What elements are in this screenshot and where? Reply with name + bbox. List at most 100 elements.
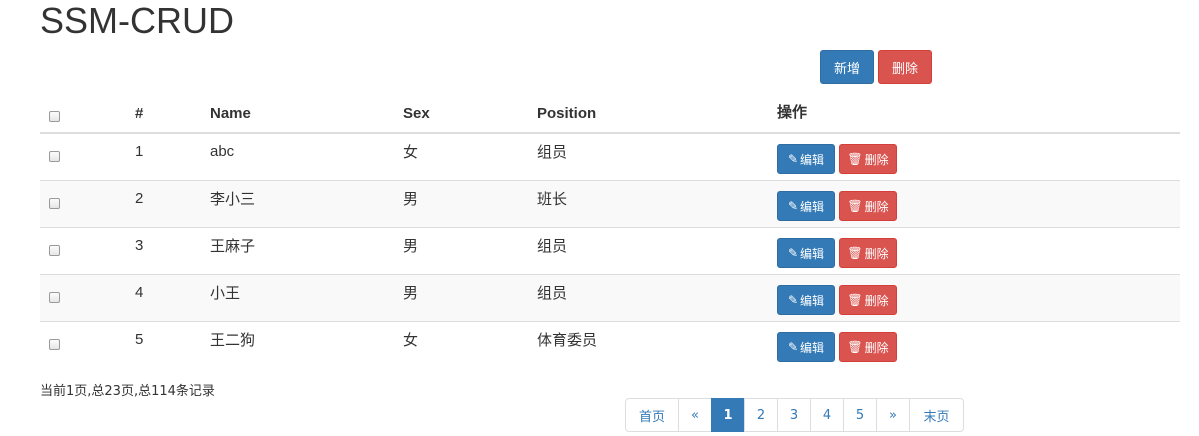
- row-position: 组员: [537, 284, 568, 302]
- row-position-cell: 班长: [537, 180, 777, 228]
- column-header-position: Position: [537, 82, 777, 134]
- add-button[interactable]: 新增: [820, 50, 874, 84]
- page-link-4[interactable]: 4: [810, 398, 844, 432]
- row-id: 1: [135, 142, 144, 160]
- column-header-actions: 操作: [777, 82, 1180, 134]
- row-id: 2: [135, 189, 144, 207]
- select-all-checkbox[interactable]: [49, 111, 60, 122]
- pencil-icon: ✎: [787, 246, 799, 260]
- row-checkbox[interactable]: [49, 197, 60, 209]
- row-name-cell: abc: [210, 133, 403, 181]
- table-row: 2 李小三男班长 ✎ 编辑 🗑 删除: [40, 180, 1180, 228]
- row-checkbox[interactable]: [49, 150, 60, 162]
- row-name: 小王: [210, 284, 241, 302]
- delete-label: 删除: [864, 152, 889, 167]
- row-sex: 男: [403, 190, 419, 208]
- row-name: abc: [210, 142, 235, 160]
- row-checkbox[interactable]: [49, 338, 60, 350]
- row-name-cell: 李小三: [210, 180, 403, 228]
- row-sex-cell: 男: [403, 227, 537, 275]
- table-header-row: # Name Sex Position 操作: [40, 82, 1180, 134]
- column-header-name: Name: [210, 82, 403, 134]
- edit-label: 编辑: [800, 246, 825, 261]
- row-name: 王二狗: [210, 331, 256, 349]
- row-sex-cell: 男: [403, 180, 537, 228]
- row-select-cell: [40, 274, 135, 322]
- row-name-cell: 王麻子: [210, 227, 403, 275]
- delete-button[interactable]: 🗑 删除: [839, 238, 897, 268]
- row-sex: 男: [403, 284, 419, 302]
- page-link-1[interactable]: 1: [711, 398, 745, 432]
- row-position-cell: 组员: [537, 274, 777, 322]
- row-id: 5: [135, 330, 144, 348]
- edit-label: 编辑: [800, 152, 825, 167]
- edit-button[interactable]: ✎ 编辑: [777, 144, 835, 174]
- row-actions-cell: ✎ 编辑 🗑 删除: [777, 227, 1180, 275]
- row-checkbox[interactable]: [49, 244, 60, 256]
- edit-button[interactable]: ✎ 编辑: [777, 285, 835, 315]
- row-actions-cell: ✎ 编辑 🗑 删除: [777, 133, 1180, 181]
- next-page-link[interactable]: »: [876, 398, 910, 432]
- page-link-5[interactable]: 5: [843, 398, 877, 432]
- row-select-cell: [40, 227, 135, 275]
- trash-icon: 🗑: [847, 199, 863, 213]
- delete-button[interactable]: 🗑 删除: [839, 285, 897, 315]
- edit-button[interactable]: ✎ 编辑: [777, 332, 835, 362]
- row-id-cell: 1: [135, 133, 210, 181]
- row-position: 班长: [537, 190, 568, 208]
- row-position: 组员: [537, 143, 568, 161]
- row-sex-cell: 女: [403, 133, 537, 181]
- row-name-cell: 小王: [210, 274, 403, 322]
- row-name-cell: 王二狗: [210, 321, 403, 368]
- batch-delete-button[interactable]: 删除: [878, 50, 932, 84]
- trash-icon: 🗑: [847, 293, 863, 307]
- row-select-cell: [40, 180, 135, 228]
- select-all-header: [40, 82, 135, 134]
- delete-button[interactable]: 🗑 删除: [839, 191, 897, 221]
- row-actions-cell: ✎ 编辑 🗑 删除: [777, 321, 1180, 368]
- row-id-cell: 4: [135, 274, 210, 322]
- pencil-icon: ✎: [787, 199, 799, 213]
- row-select-cell: [40, 133, 135, 181]
- delete-label: 删除: [864, 199, 889, 214]
- column-header-id: #: [135, 82, 210, 134]
- delete-label: 删除: [864, 293, 889, 308]
- edit-button[interactable]: ✎ 编辑: [777, 238, 835, 268]
- edit-label: 编辑: [800, 340, 825, 355]
- row-actions-cell: ✎ 编辑 🗑 删除: [777, 180, 1180, 228]
- edit-button[interactable]: ✎ 编辑: [777, 191, 835, 221]
- row-id: 4: [135, 283, 144, 301]
- pencil-icon: ✎: [787, 152, 799, 166]
- row-id: 3: [135, 236, 144, 254]
- page-link-3[interactable]: 3: [777, 398, 811, 432]
- table-row: 3 王麻子男组员 ✎ 编辑 🗑 删除: [40, 227, 1180, 275]
- row-id-cell: 3: [135, 227, 210, 275]
- row-sex: 女: [403, 331, 419, 349]
- row-id-cell: 5: [135, 321, 210, 368]
- page-info-text: 当前1页,总23页,总114条记录: [40, 384, 215, 399]
- edit-label: 编辑: [800, 199, 825, 214]
- pencil-icon: ✎: [787, 340, 799, 354]
- trash-icon: 🗑: [847, 246, 863, 260]
- delete-label: 删除: [864, 246, 889, 261]
- employee-table: # Name Sex Position 操作 1 abc 女组员 ✎ 编辑 🗑 删除 2 李小三…: [40, 82, 1180, 368]
- prev-page-link[interactable]: «: [678, 398, 712, 432]
- row-position: 体育委员: [537, 331, 598, 349]
- row-actions-cell: ✎ 编辑 🗑 删除: [777, 274, 1180, 322]
- row-position-cell: 组员: [537, 133, 777, 181]
- row-checkbox[interactable]: [49, 291, 60, 303]
- row-sex: 女: [403, 143, 419, 161]
- page-link-2[interactable]: 2: [744, 398, 778, 432]
- row-sex-cell: 男: [403, 274, 537, 322]
- pagination: 首页 « 1 2 3 4 5 » 末页: [625, 398, 964, 432]
- delete-button[interactable]: 🗑 删除: [839, 144, 897, 174]
- first-page-link[interactable]: 首页: [625, 398, 679, 432]
- table-row: 1 abc 女组员 ✎ 编辑 🗑 删除: [40, 133, 1180, 181]
- pencil-icon: ✎: [787, 293, 799, 307]
- row-position: 组员: [537, 237, 568, 255]
- row-position-cell: 体育委员: [537, 321, 777, 368]
- last-page-link[interactable]: 末页: [909, 398, 964, 432]
- delete-button[interactable]: 🗑 删除: [839, 332, 897, 362]
- row-select-cell: [40, 321, 135, 368]
- trash-icon: 🗑: [847, 340, 863, 354]
